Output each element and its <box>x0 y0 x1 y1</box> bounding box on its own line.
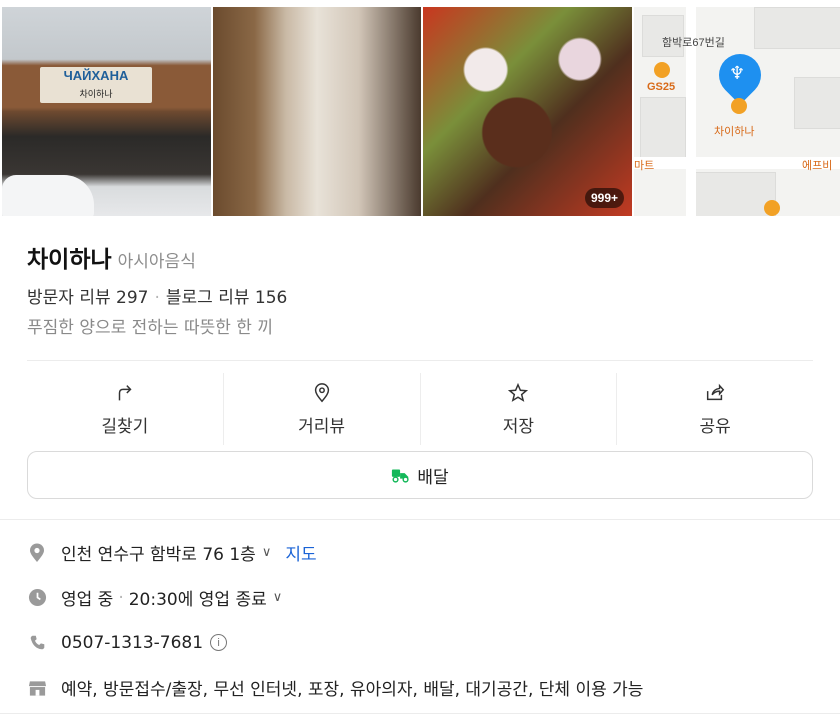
star-icon <box>508 382 529 402</box>
business-status: 영업 중 <box>61 590 114 610</box>
place-tagline: 푸짐한 양으로 전하는 따뜻한 한 끼 <box>27 318 273 338</box>
street-view-button[interactable]: 거리뷰 <box>224 373 421 445</box>
chevron-down-icon[interactable]: ∨ <box>273 590 283 605</box>
visitor-review-link[interactable]: 방문자 리뷰 297 <box>27 288 148 308</box>
food-photo[interactable]: 999+ <box>423 7 632 216</box>
address-row: 인천 연수구 함박로 76 1층 ∨ 지도 <box>27 530 813 575</box>
directions-label: 길찾기 <box>101 416 149 437</box>
place-category: 아시아음식 <box>117 252 196 272</box>
amenities-row: 예약, 방문접수/출장, 무선 인터넷, 포장, 유아의자, 배달, 대기공간,… <box>27 665 813 710</box>
address-text: 인천 연수구 함박로 76 1층 <box>61 545 256 565</box>
review-summary: 방문자 리뷰 297 · 블로그 리뷰 156 <box>27 283 813 308</box>
save-label: 저장 <box>502 416 535 437</box>
map-place-label: 차이하나 <box>714 126 755 138</box>
map-link[interactable]: 지도 <box>285 540 316 565</box>
hours-row: 영업 중 · 20:30에 영업 종료 ∨ <box>27 575 813 620</box>
directions-icon <box>118 384 132 400</box>
storefront-photo[interactable]: ЧАЙХАНА 차이하나 <box>2 7 211 216</box>
closing-time: 20:30에 영업 종료 <box>128 590 267 610</box>
action-bar: 길찾기 거리뷰 저장 공유 <box>27 373 813 445</box>
restaurant-icon: ♆ <box>729 63 746 84</box>
share-label: 공유 <box>699 416 731 437</box>
phone-row: 0507-1313-7681 i <box>27 620 813 665</box>
chevron-down-icon[interactable]: ∨ <box>262 545 272 560</box>
convenience-store-icon <box>654 62 670 78</box>
info-icon[interactable]: i <box>210 634 228 651</box>
clock-icon <box>27 588 47 608</box>
phone-icon <box>27 633 47 653</box>
map-pin-dot <box>731 98 747 114</box>
place-name: 차이하나 <box>27 247 112 273</box>
section-divider <box>0 519 840 520</box>
store-icon <box>27 678 47 698</box>
separator-dot: · <box>154 288 160 308</box>
street-view-pin-icon <box>314 382 329 402</box>
photo-count-badge: 999+ <box>584 188 624 208</box>
map-mart-label: 마트 <box>634 160 655 172</box>
bottom-divider <box>0 713 840 714</box>
place-info: 차이하나 아시아음식 방문자 리뷰 297 · 블로그 리뷰 156 푸짐한 양으로 … <box>0 240 840 499</box>
car-image <box>2 175 94 216</box>
map-block <box>640 97 686 159</box>
photo-strip: ЧАЙХАНА 차이하나 999+ 함박로67번길 GS25 ♆ 차이하나 마트… <box>0 0 840 216</box>
map-block <box>754 7 840 49</box>
separator-dot: · <box>118 587 124 608</box>
map-street-label: 함박로67번길 <box>662 37 725 49</box>
map-efubi-label: 에프비 <box>802 160 833 172</box>
title-row: 차이하나 아시아음식 <box>27 240 813 273</box>
delivery-label: 배달 <box>417 467 449 488</box>
blog-review-link[interactable]: 블로그 리뷰 156 <box>166 288 287 308</box>
divider <box>27 360 813 361</box>
phone-number[interactable]: 0507-1313-7681 <box>61 633 203 653</box>
delivery-scooter-icon <box>392 469 409 483</box>
save-button[interactable]: 저장 <box>421 373 618 445</box>
shop-sign: ЧАЙХАНА 차이하나 <box>40 67 152 103</box>
poi-icon <box>764 200 780 216</box>
delivery-button[interactable]: 배달 <box>27 451 813 499</box>
place-details: 인천 연수구 함박로 76 1층 ∨ 지도 영업 중 · 20:30에 영업 종… <box>0 530 840 710</box>
map-block <box>794 77 840 129</box>
map-thumbnail[interactable]: 함박로67번길 GS25 ♆ 차이하나 마트 에프비 <box>634 7 840 216</box>
directions-button[interactable]: 길찾기 <box>27 373 224 445</box>
map-gs25-label: GS25 <box>647 81 676 93</box>
interior-photo[interactable] <box>213 7 421 216</box>
street-view-label: 거리뷰 <box>298 416 346 437</box>
location-pin-icon <box>27 543 47 563</box>
amenities-text: 예약, 방문접수/출장, 무선 인터넷, 포장, 유아의자, 배달, 대기공간,… <box>61 680 644 700</box>
share-button[interactable]: 공유 <box>617 373 813 445</box>
share-icon <box>707 383 725 400</box>
